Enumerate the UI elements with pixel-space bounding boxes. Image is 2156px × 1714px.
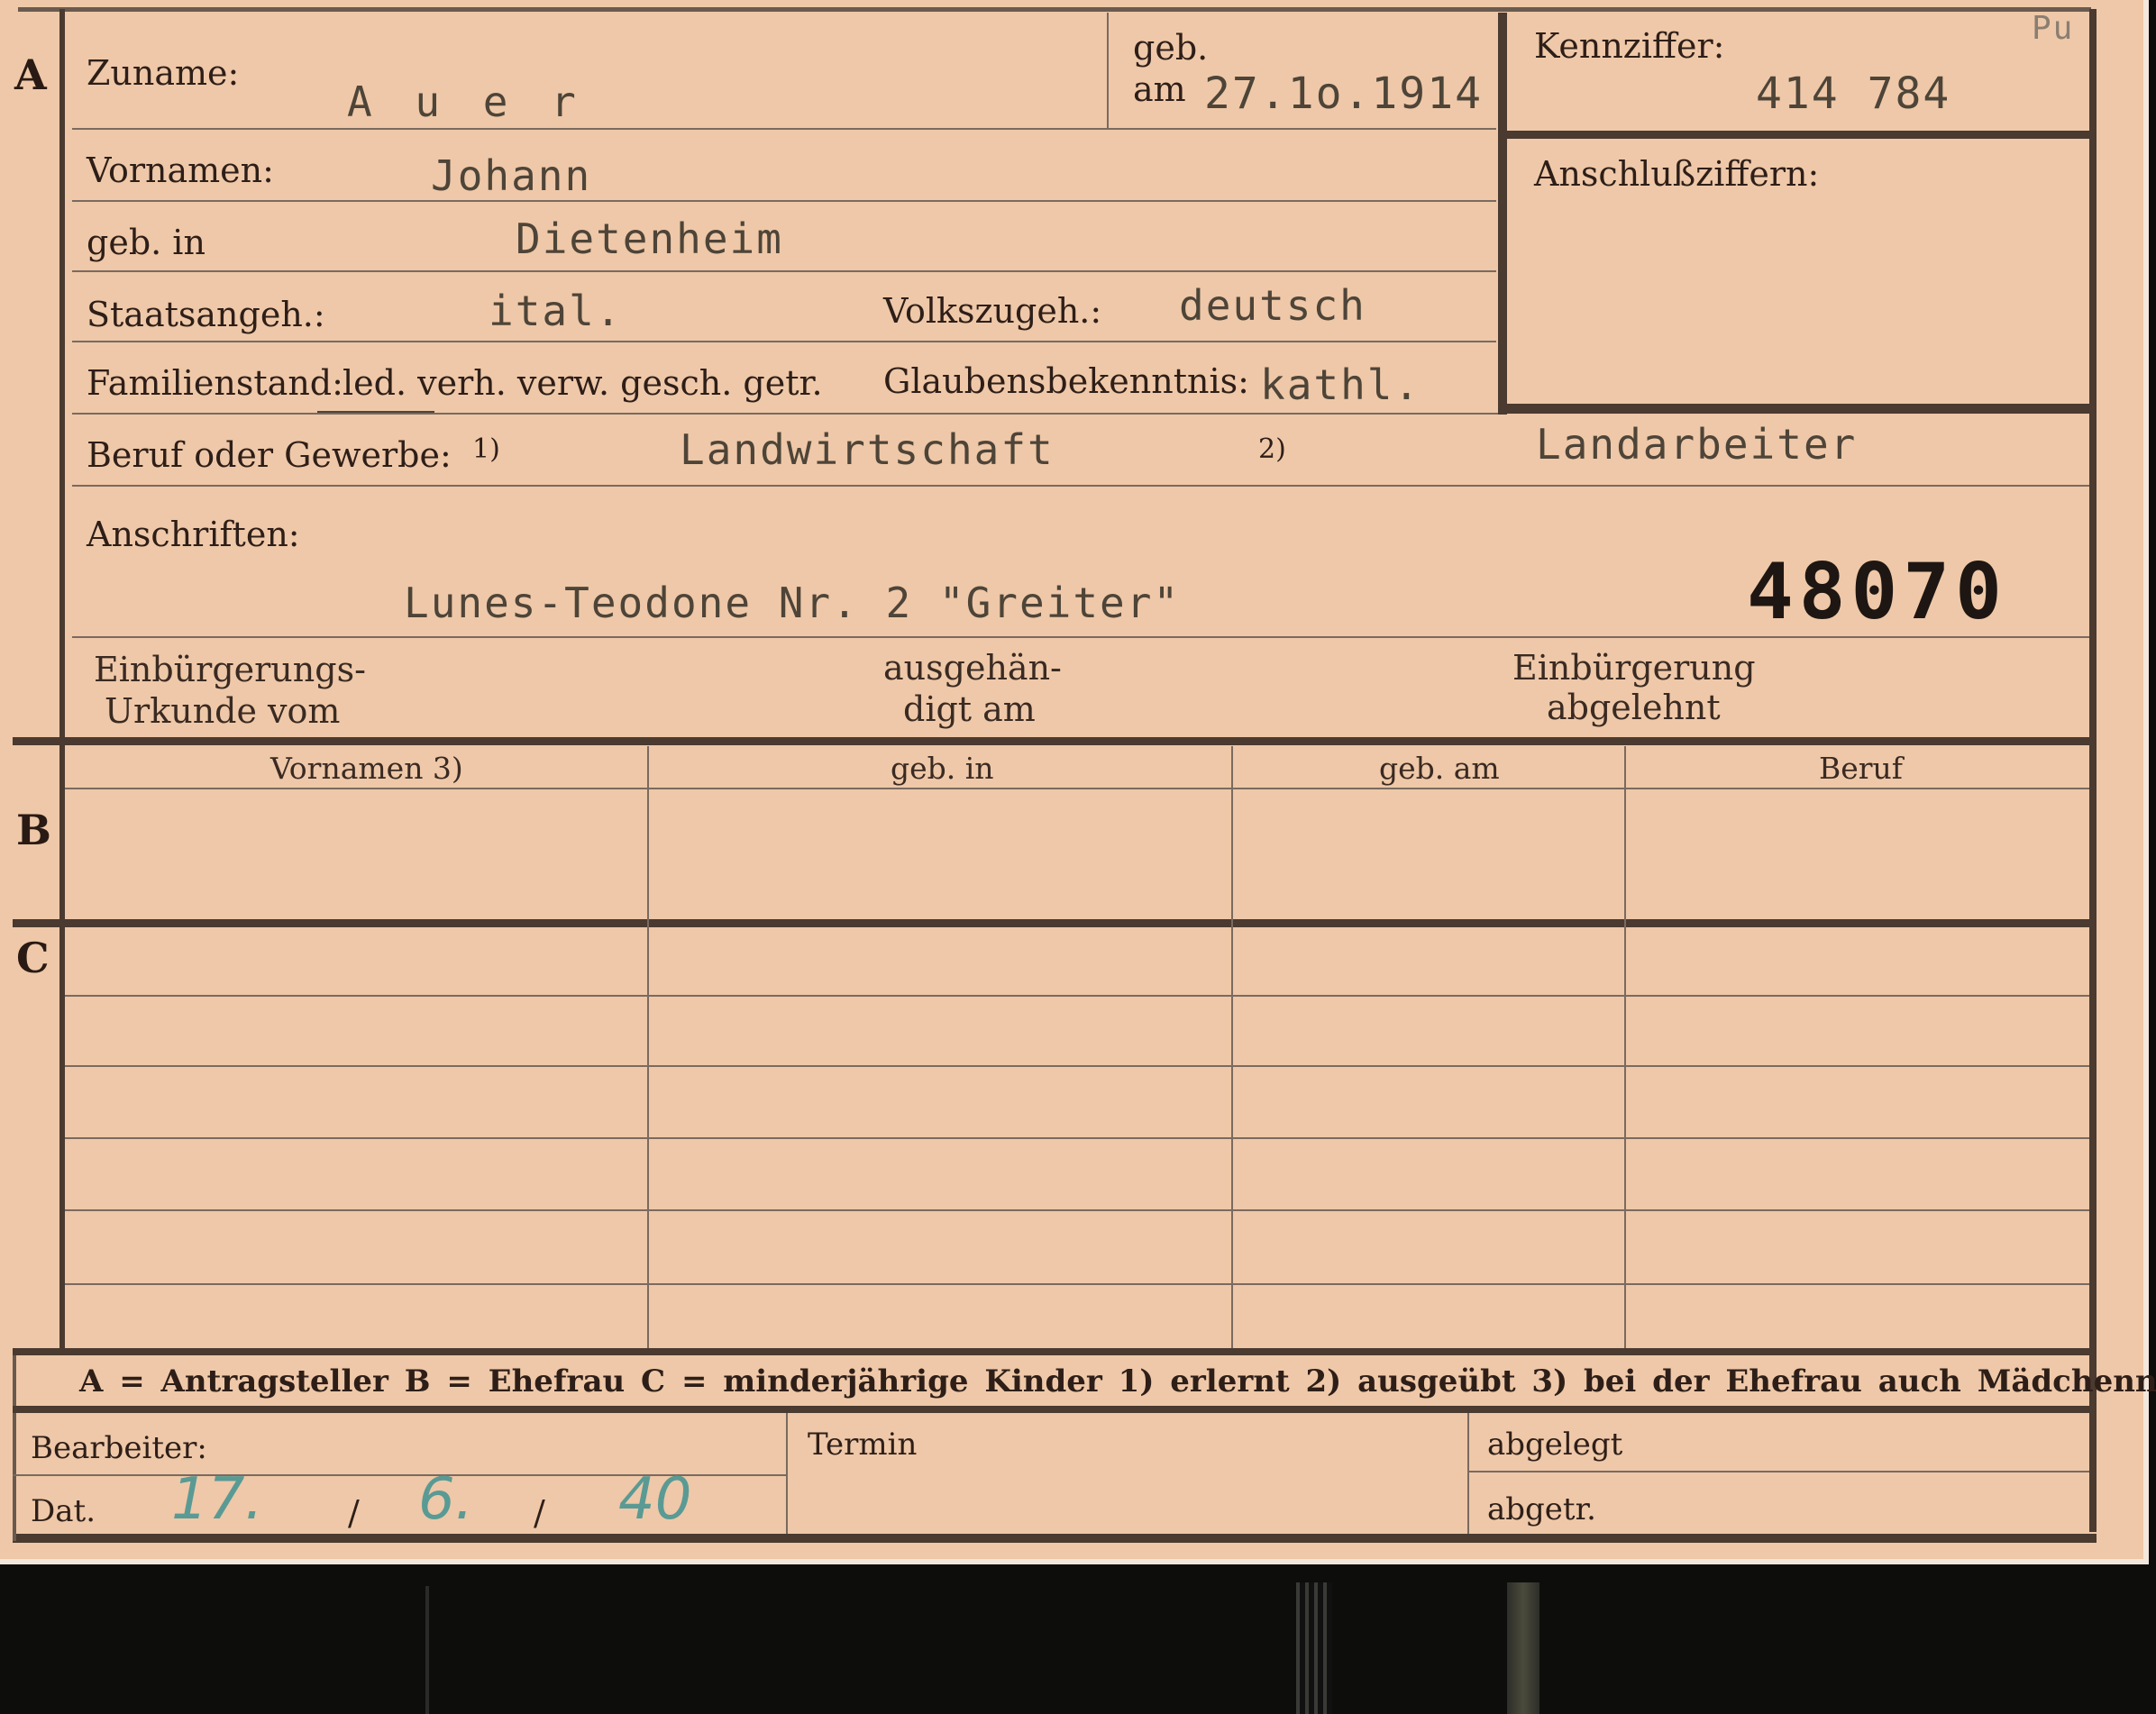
section-c-row-rule-5 [65,1283,2089,1285]
stamp-number: 48070 [1747,547,2007,637]
beruf-value-1: Landwirtschaft [680,425,1055,474]
section-a-letter: A [14,50,47,99]
einb-abgelehnt-label-1: Einbürgerung [1512,648,1756,688]
section-c-row-rule-3 [65,1137,2089,1139]
abgetr-label: abgetr. [1487,1491,1596,1527]
bearbeiter-label: Bearbeiter: [31,1430,207,1466]
col-vornamen-header: Vornamen 3) [270,751,463,786]
row1-rule [72,128,1496,130]
glaubens-value: kathl. [1260,360,1421,409]
staatsangeh-label: Staatsangeh.: [87,295,325,334]
section-c-letter: C [16,934,50,982]
legend-text: A = Antragsteller B = Ehefrau C = minder… [79,1363,2156,1399]
kennziffer-box-bottom [1498,404,2089,414]
section-c-row-rule-1 [65,995,2089,997]
geb-in-label: geb. in [87,223,206,262]
dat-separator-2: / [534,1493,545,1533]
row3-rule [72,270,1496,272]
beruf-mark-2: 2) [1258,433,1286,465]
termin-label: Termin [808,1427,918,1463]
abgelegt-label: abgelegt [1487,1427,1623,1463]
glaubens-label: Glaubensbekenntnis: [883,361,1249,401]
geb-label: geb. [1133,28,1209,68]
section-b-header-rule [65,788,2089,789]
legend-bottom-bar [13,1406,2091,1413]
zuname-value: A u e r [347,77,585,126]
footer-right-rule [1469,1471,2089,1472]
legend-top-bar [13,1348,2091,1355]
anschriften-label: Anschriften: [87,515,300,554]
vornamen-label: Vornamen: [87,150,274,190]
dat-month: 6. [418,1466,474,1533]
row2-rule [72,200,1496,202]
familienstand-options: led. verh. verw. gesch. getr. [343,363,823,403]
volkszugeh-label: Volkszugeh.: [883,291,1102,331]
kennziffer-label: Kennziffer: [1534,26,1725,66]
col-divider-2 [1231,746,1233,1350]
frame-left-outer [13,1352,16,1541]
kennziffer-box-left [1498,13,1507,415]
staatsangeh-value: ital. [489,287,623,335]
ausgehaendigt-label-1: ausgehän- [883,648,1062,688]
footer-divider-1 [786,1413,788,1534]
section-c-row-rule-2 [65,1065,2089,1067]
corner-mark: Pu [2032,10,2075,47]
section-ab-separator [13,737,2091,745]
section-bc-separator [13,919,2091,927]
background-mark-1 [425,1586,429,1714]
familienstand-label: Familienstand: [87,363,343,403]
kennziffer-value: 414 784 [1756,68,1951,119]
anschrift-value: Lunes-Teodone Nr. 2 "Greiter" [404,579,1181,627]
frame-top [18,7,2091,12]
col-beruf-header: Beruf [1819,751,1904,786]
registration-card: A Zuname: A u e r geb. am 27.1o.1914 Ken… [0,0,2156,1564]
am-label: am [1133,69,1186,109]
vornamen-value: Johann [431,151,592,200]
frame-left-lower [59,744,65,1348]
row7-rule [72,636,2089,638]
col-geb-in-header: geb. in [891,751,994,786]
kennziffer-box-divider [1507,131,2089,139]
col-divider-1 [647,746,649,1350]
zuname-divider [1107,13,1109,128]
dat-separator-1: / [348,1493,360,1533]
zuname-label: Zuname: [87,53,240,93]
frame-left [59,9,65,739]
volkszugeh-value: deutsch [1179,281,1366,330]
row5-rule [72,413,1498,415]
geb-in-value: Dietenheim [516,214,783,263]
frame-right [2089,9,2097,1532]
section-b-letter: B [16,806,51,854]
ausgehaendigt-label-2: digt am [903,689,1036,729]
beruf-value-2: Landarbeiter [1536,420,1858,469]
dat-year: 40 [618,1466,692,1533]
dat-day: 17. [171,1466,263,1533]
beruf-mark-1: 1) [472,433,500,465]
col-divider-3 [1624,746,1626,1350]
footer-divider-2 [1467,1413,1469,1534]
einb-urkunde-label-1: Einbürgerungs- [94,650,366,689]
anschluss-label: Anschlußziffern: [1534,154,1820,194]
beruf-label: Beruf oder Gewerbe: [87,435,452,475]
geb-am-value: 27.1o.1914 [1204,68,1483,119]
einb-abgelehnt-label-2: abgelehnt [1547,688,1721,727]
background-mark-3 [1507,1582,1539,1714]
row6-rule [72,485,2089,487]
row4-rule [72,341,1496,342]
col-geb-am-header: geb. am [1379,751,1500,786]
frame-bottom [13,1534,2097,1543]
section-c-row-rule-4 [65,1209,2089,1211]
background-mark-2 [1296,1582,1332,1714]
einb-urkunde-label-2: Urkunde vom [105,691,341,731]
dat-label: Dat. [31,1493,96,1529]
